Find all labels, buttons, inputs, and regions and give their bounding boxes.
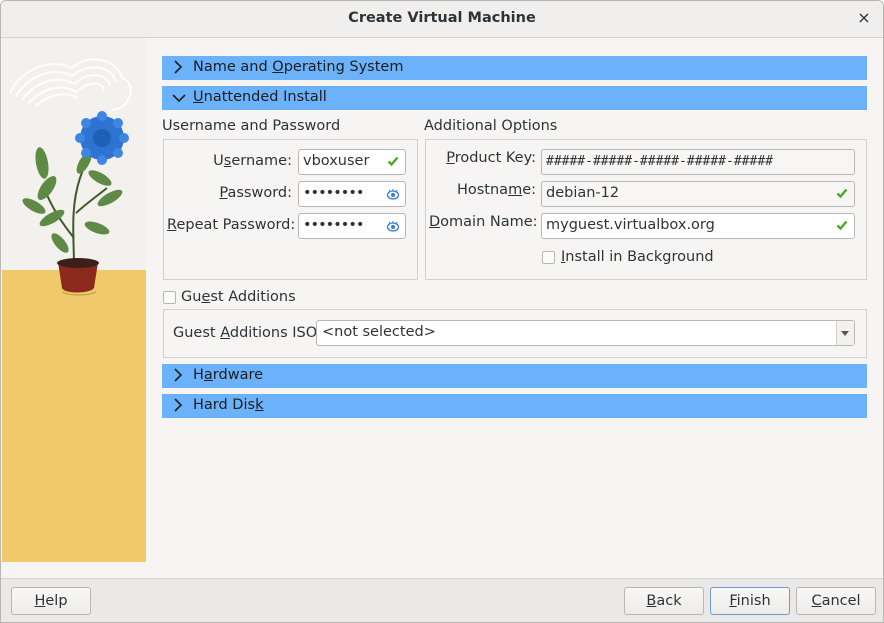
chevron-right-icon bbox=[174, 60, 183, 74]
install-in-background-label[interactable]: Install in Background bbox=[561, 249, 714, 265]
button-bar: Help Back Finish Cancel bbox=[1, 578, 883, 622]
password-label: Password: bbox=[219, 185, 292, 201]
section-label: Hardware bbox=[193, 367, 264, 383]
window-title: Create Virtual Machine bbox=[348, 10, 536, 26]
section-name-and-os[interactable]: Name and Operating System bbox=[162, 56, 867, 80]
create-vm-dialog: Create Virtual Machine × Name and Operat… bbox=[0, 0, 884, 623]
section-hard-disk[interactable]: Hard Disk bbox=[162, 394, 867, 418]
wizard-illustration bbox=[2, 38, 146, 562]
guest-additions-iso-select[interactable]: <not selected> bbox=[316, 320, 855, 346]
check-icon bbox=[836, 188, 848, 199]
section-label: Unattended Install bbox=[193, 89, 327, 105]
titlebar: Create Virtual Machine × bbox=[1, 1, 883, 38]
chevron-right-icon bbox=[174, 368, 183, 382]
back-button[interactable]: Back bbox=[624, 587, 704, 615]
close-icon[interactable]: × bbox=[855, 9, 873, 27]
help-button[interactable]: Help bbox=[11, 587, 91, 615]
dropdown-button[interactable] bbox=[836, 321, 854, 345]
eye-icon[interactable] bbox=[386, 219, 400, 233]
additional-options-title: Additional Options bbox=[424, 118, 558, 134]
product-key-field[interactable]: #####-#####-#####-#####-##### bbox=[541, 149, 855, 175]
finish-button[interactable]: Finish bbox=[710, 587, 790, 615]
eye-icon[interactable] bbox=[386, 187, 400, 201]
password-field[interactable]: •••••••• bbox=[298, 181, 406, 207]
guest-additions-checkbox[interactable] bbox=[163, 291, 176, 304]
section-unattended-install[interactable]: Unattended Install bbox=[162, 86, 867, 110]
section-hardware[interactable]: Hardware bbox=[162, 364, 867, 388]
domain-name-field[interactable]: myguest.virtualbox.org bbox=[541, 213, 855, 239]
wizard-content: Name and Operating System Unattended Ins… bbox=[147, 38, 883, 578]
username-password-title: Username and Password bbox=[162, 118, 341, 134]
install-in-background-checkbox[interactable] bbox=[542, 251, 555, 264]
username-label: Username: bbox=[213, 153, 292, 169]
check-icon bbox=[836, 220, 848, 231]
repeat-password-field[interactable]: •••••••• bbox=[298, 213, 406, 239]
guest-additions-label[interactable]: Guest Additions bbox=[181, 289, 296, 305]
hostname-field[interactable]: debian-12 bbox=[541, 181, 855, 207]
domain-name-label: Domain Name: bbox=[429, 214, 538, 230]
hostname-label: Hostname: bbox=[456, 182, 536, 198]
username-field[interactable]: vboxuser bbox=[298, 149, 406, 175]
section-label: Hard Disk bbox=[193, 397, 264, 413]
product-key-label: Product Key: bbox=[446, 150, 536, 166]
guest-additions-iso-label: Guest Additions ISO: bbox=[173, 325, 322, 341]
chevron-down-icon bbox=[841, 331, 849, 336]
repeat-password-label: Repeat Password: bbox=[167, 217, 296, 233]
section-label: Name and Operating System bbox=[193, 59, 404, 75]
check-icon bbox=[387, 156, 399, 167]
plant-illustration bbox=[2, 38, 146, 562]
chevron-right-icon bbox=[174, 398, 183, 412]
chevron-down-icon bbox=[172, 94, 186, 103]
cancel-button[interactable]: Cancel bbox=[796, 587, 876, 615]
